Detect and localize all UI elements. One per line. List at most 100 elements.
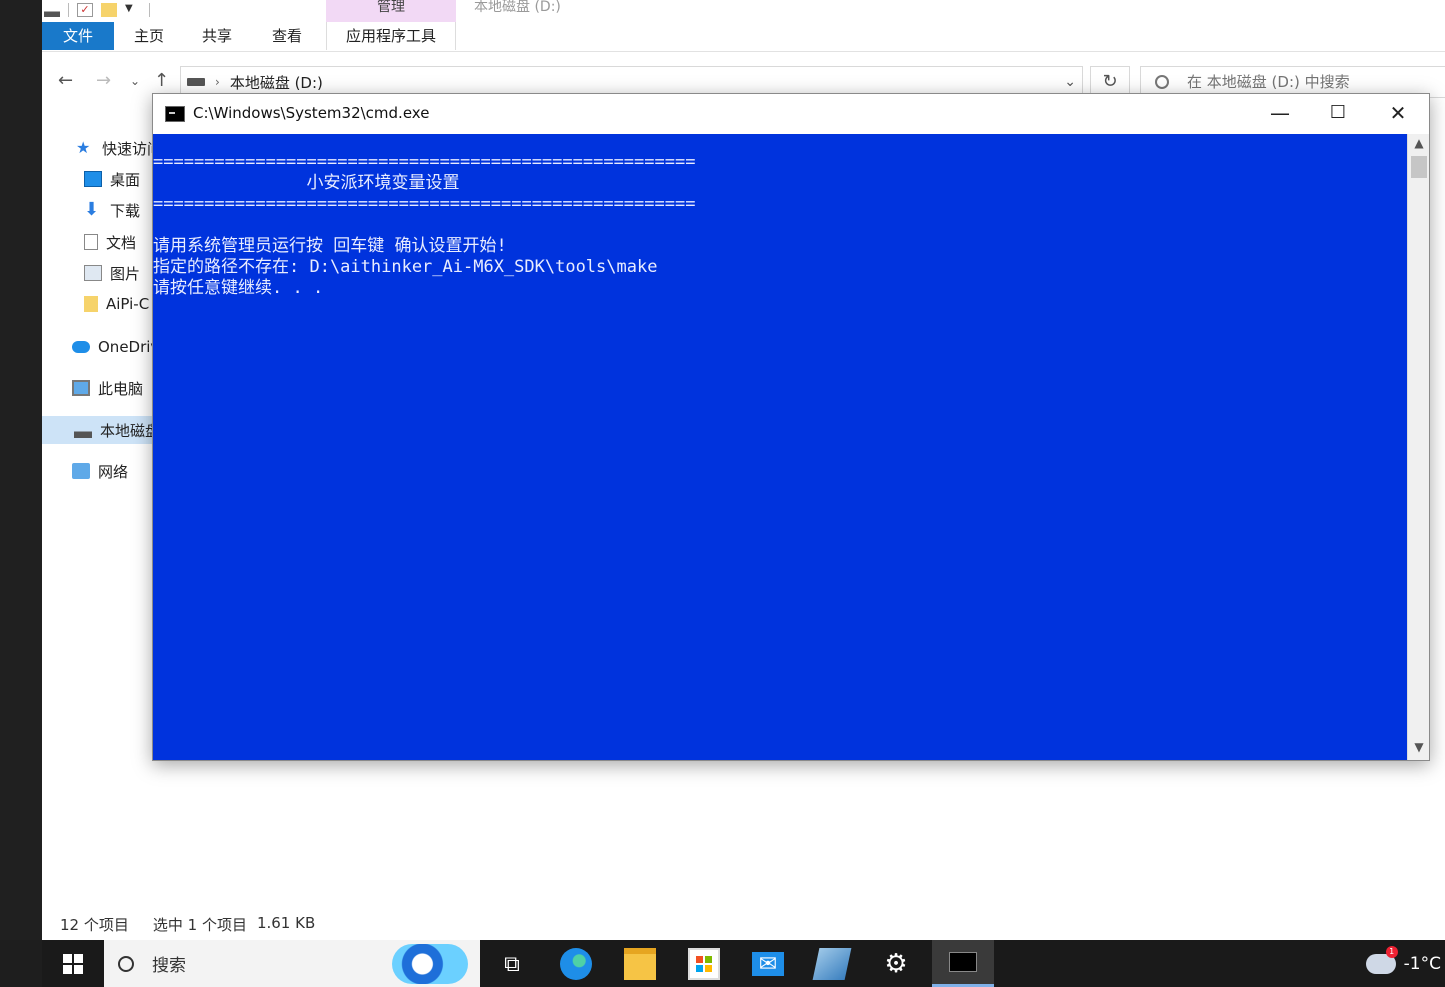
console-line: ========================================…: [153, 194, 696, 214]
task-view-icon[interactable]: ⧉: [496, 948, 528, 980]
recent-locations-chevron-icon[interactable]: ⌄: [130, 74, 140, 88]
taskbar: 搜索 ⧉ ✉ ⚙ 1 -1°C: [42, 940, 1445, 987]
console-line: 指定的路径不存在: D:\aithinker_Ai-M6X_SDK\tools\…: [153, 257, 658, 277]
drive-icon[interactable]: [44, 3, 60, 17]
scrollbar-thumb[interactable]: [1411, 156, 1427, 178]
notification-badge: 1: [1385, 945, 1398, 958]
nav-downloads[interactable]: ⬇ 下载: [84, 196, 140, 224]
minimize-button[interactable]: —: [1251, 94, 1309, 134]
taskbar-search-box[interactable]: 搜索: [104, 940, 480, 987]
cmd-window[interactable]: C:\Windows\System32\cmd.exe — ☐ ✕ ======…: [152, 93, 1430, 761]
console-line: 小安派环境变量设置: [153, 173, 460, 193]
ribbon-tabs: 文件 主页 共享 查看 应用程序工具: [42, 22, 1445, 52]
desktop-icon: [84, 171, 102, 187]
temperature[interactable]: -1°C: [1404, 954, 1441, 974]
drive-icon: [187, 78, 205, 86]
folder-icon: [84, 296, 98, 312]
quick-access-toolbar: ✓ ▼: [42, 0, 150, 20]
nav-local-disk[interactable]: 本地磁盘: [42, 416, 154, 444]
nav-label: 桌面: [110, 170, 141, 189]
scroll-down-arrow-icon[interactable]: ▼: [1408, 740, 1430, 758]
download-icon: ⬇: [84, 199, 100, 220]
console-output[interactable]: ========================================…: [153, 134, 1407, 760]
pictures-icon: [84, 265, 102, 281]
close-button[interactable]: ✕: [1369, 94, 1427, 134]
nav-this-pc[interactable]: 此电脑: [72, 374, 143, 402]
manage-context-tab[interactable]: 管理: [326, 0, 456, 22]
mail-icon[interactable]: ✉: [752, 952, 784, 977]
star-icon: ★: [76, 138, 91, 157]
taskbar-search-label: 搜索: [152, 956, 186, 976]
nav-label: 本地磁盘: [100, 421, 154, 440]
divider: [149, 3, 150, 17]
windows-logo-icon: [63, 953, 83, 974]
nav-documents[interactable]: 文档: [84, 228, 136, 256]
navigation-pane: ★快速访问 桌面 ⬇ 下载 文档 图片 AiPi-C OneDrive 此电脑 本…: [42, 130, 162, 510]
console-line: [153, 215, 1407, 236]
tab-share[interactable]: 共享: [192, 22, 242, 50]
cmd-title-bar[interactable]: C:\Windows\System32\cmd.exe — ☐ ✕: [153, 94, 1429, 134]
divider: [68, 3, 69, 17]
search-icon: [118, 955, 134, 972]
tab-home[interactable]: 主页: [124, 22, 174, 50]
tab-view[interactable]: 查看: [262, 22, 312, 50]
console-line: ========================================…: [153, 152, 696, 172]
nav-desktop[interactable]: 桌面: [84, 165, 140, 193]
nav-label: OneDrive: [98, 338, 154, 356]
breadcrumb-chevron-icon[interactable]: ›: [215, 75, 220, 89]
computer-icon: [72, 380, 90, 396]
cmd-window-title: C:\Windows\System32\cmd.exe: [193, 104, 430, 122]
nav-label: AiPi-C: [106, 295, 150, 313]
tab-application-tools[interactable]: 应用程序工具: [326, 22, 456, 50]
weather-cloud-icon[interactable]: 1: [1365, 945, 1398, 974]
search-input[interactable]: [1187, 73, 1427, 91]
nav-label: 此电脑: [98, 379, 144, 398]
properties-icon[interactable]: ✓: [77, 3, 93, 17]
nav-label: 下载: [110, 201, 141, 220]
nav-label: 文档: [106, 233, 137, 252]
selected-count: 选中 1 个项目: [152, 916, 247, 934]
settings-gear-icon[interactable]: ⚙: [880, 948, 912, 980]
drive-icon: [74, 422, 92, 438]
start-button[interactable]: [42, 940, 104, 987]
console-line: 请按任意键继续. . .: [153, 278, 324, 298]
nav-network[interactable]: 网络: [72, 457, 128, 485]
store-logo: [696, 956, 712, 972]
maximize-button[interactable]: ☐: [1309, 94, 1367, 134]
copilot-icon[interactable]: [392, 944, 468, 984]
vertical-scrollbar[interactable]: ▲ ▼: [1407, 134, 1429, 760]
status-bar: 12 个项目 选中 1 个项目 1.61 KB: [60, 914, 315, 935]
store-icon[interactable]: [688, 948, 720, 980]
file-explorer-icon[interactable]: [624, 948, 656, 980]
nav-quick-access[interactable]: ★ 快速访问: [76, 134, 162, 162]
item-count: 12 个项目: [60, 916, 129, 934]
window-title: 本地磁盘 (D:): [474, 0, 561, 15]
network-icon: [72, 463, 90, 479]
edge-browser-icon[interactable]: [560, 948, 592, 980]
document-icon: [84, 234, 98, 250]
customize-toolbar-icon[interactable]: ▼: [125, 3, 141, 17]
terminal-icon: [949, 952, 977, 972]
terminal-icon: [165, 106, 185, 122]
nav-pictures[interactable]: 图片: [84, 259, 140, 287]
desktop-edge: [0, 0, 42, 940]
forward-arrow-icon[interactable]: →: [96, 70, 111, 91]
notepad-app-icon[interactable]: [812, 948, 852, 980]
selected-size: 1.61 KB: [256, 914, 316, 932]
scroll-up-arrow-icon[interactable]: ▲: [1408, 136, 1430, 154]
search-icon: [1155, 75, 1169, 89]
taskbar-cmd-button[interactable]: [932, 940, 994, 987]
nav-onedrive[interactable]: OneDrive: [72, 333, 154, 361]
up-arrow-icon[interactable]: ↑: [154, 70, 169, 91]
nav-aipi-folder[interactable]: AiPi-C: [84, 290, 154, 318]
breadcrumb-path[interactable]: 本地磁盘 (D:): [230, 72, 323, 93]
back-arrow-icon[interactable]: ←: [58, 70, 73, 91]
tab-file[interactable]: 文件: [42, 22, 114, 50]
nav-label: 网络: [98, 462, 129, 481]
new-folder-icon[interactable]: [101, 3, 117, 17]
console-line: 请用系统管理员运行按 回车键 确认设置开始!: [153, 236, 507, 256]
onedrive-icon: [72, 341, 90, 353]
system-tray: 1 -1°C: [1365, 940, 1445, 987]
chevron-down-icon[interactable]: ⌄: [1064, 74, 1076, 90]
nav-label: 图片: [110, 264, 141, 283]
